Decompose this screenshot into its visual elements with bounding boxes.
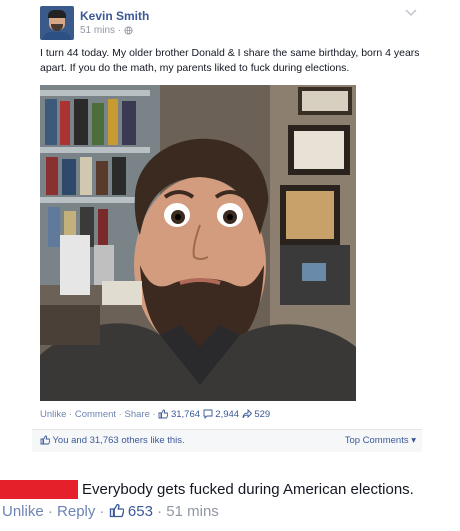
globe-icon <box>124 26 133 35</box>
post-photo[interactable] <box>40 85 356 401</box>
comment-actions: Unlike · Reply · 653 · 51 mins <box>2 503 219 520</box>
author-avatar[interactable] <box>40 6 74 40</box>
selfie-photo-image <box>40 85 356 401</box>
like-count[interactable]: 31,764 <box>171 409 200 420</box>
redacted-commenter-name <box>0 480 78 499</box>
thumbs-up-icon <box>40 435 50 445</box>
comment-link[interactable]: Comment <box>75 409 116 420</box>
comment-reply-link[interactable]: Reply <box>57 503 95 520</box>
thumbs-up-icon[interactable] <box>158 409 169 419</box>
comment-bubble-icon[interactable] <box>203 409 213 419</box>
post-timestamp[interactable]: 51 mins · <box>80 25 133 36</box>
post-text: I turn 44 today. My older brother Donald… <box>40 47 420 74</box>
like-summary-text: You and 31,763 others like this. <box>52 435 185 446</box>
share-arrow-icon[interactable] <box>242 409 252 419</box>
top-comments-dropdown[interactable]: Top Comments ▾ <box>345 435 416 446</box>
post-card: Kevin Smith 51 mins · I turn 44 today. M… <box>0 0 460 458</box>
comment-unlike-link[interactable]: Unlike <box>2 503 44 520</box>
comment-text: Everybody gets fucked during American el… <box>82 481 414 498</box>
like-summary[interactable]: You and 31,763 others like this. <box>40 435 185 446</box>
post-actions: Unlike · Comment · Share · 31,764 2,944 … <box>40 409 271 420</box>
comment-count[interactable]: 2,944 <box>215 409 239 420</box>
share-count[interactable]: 529 <box>254 409 270 420</box>
like-summary-bar: You and 31,763 others like this. Top Com… <box>32 429 422 452</box>
comment-timestamp[interactable]: 51 mins <box>166 503 219 520</box>
chevron-down-icon[interactable] <box>405 6 417 20</box>
share-link[interactable]: Share <box>125 409 150 420</box>
comment-like-count[interactable]: 653 <box>128 503 153 520</box>
author-name[interactable]: Kevin Smith <box>80 9 149 23</box>
thumbs-up-icon <box>109 503 124 518</box>
unlike-link[interactable]: Unlike <box>40 409 66 420</box>
